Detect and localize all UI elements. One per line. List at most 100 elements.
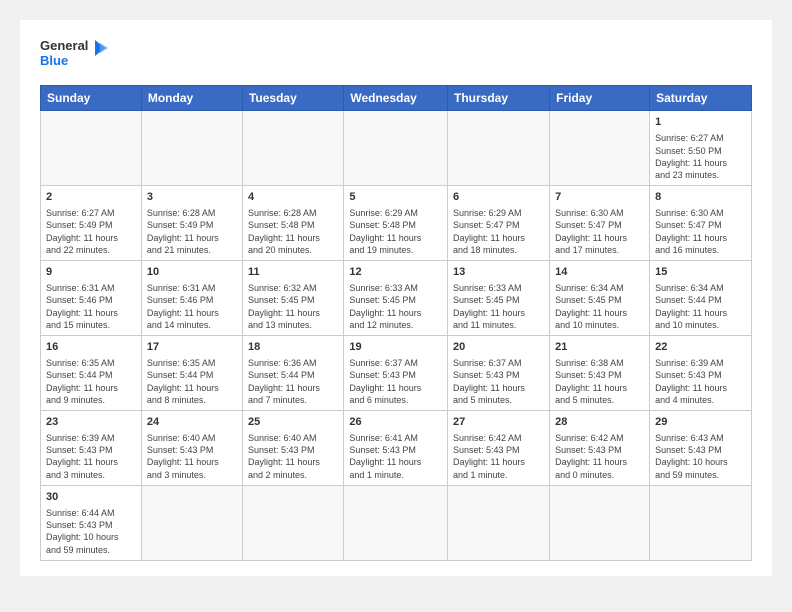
- calendar-header-thursday: Thursday: [448, 86, 550, 111]
- day-info: Sunrise: 6:42 AM Sunset: 5:43 PM Dayligh…: [555, 432, 644, 481]
- calendar-cell: 12 Sunrise: 6:33 AM Sunset: 5:45 PM Dayli…: [344, 260, 448, 335]
- calendar-week-1: 2Sunrise: 6:27 AM Sunset: 5:49 PM Daylig…: [41, 185, 752, 260]
- day-number: 19: [349, 340, 442, 355]
- day-number: 12: [349, 265, 442, 280]
- calendar-header-sunday: Sunday: [41, 86, 142, 111]
- calendar-cell: 4 Sunrise: 6:28 AM Sunset: 5:48 PM Daylig…: [242, 185, 343, 260]
- page: General Blue SundayMondayTuesdayWednesda…: [20, 20, 772, 576]
- day-info: Sunrise: 6:29 AM Sunset: 5:48 PM Dayligh…: [349, 207, 442, 256]
- day-number: 3: [147, 190, 237, 205]
- calendar-cell: 25Sunrise: 6:40 AM Sunset: 5:43 PM Dayli…: [242, 410, 343, 485]
- day-info: Sunrise: 6:35 AM Sunset: 5:44 PM Dayligh…: [46, 357, 136, 406]
- calendar-cell: 17 Sunrise: 6:35 AM Sunset: 5:44 PM Dayli…: [141, 335, 242, 410]
- day-number: 15: [655, 265, 746, 280]
- day-number: 23: [46, 415, 136, 430]
- calendar-cell: [550, 111, 650, 186]
- day-number: 7: [555, 190, 644, 205]
- calendar-cell: [242, 485, 343, 560]
- calendar-cell: [344, 485, 448, 560]
- day-info: Sunrise: 6:34 AM Sunset: 5:45 PM Dayligh…: [555, 282, 644, 331]
- day-number: 26: [349, 415, 442, 430]
- day-info: Sunrise: 6:28 AM Sunset: 5:48 PM Dayligh…: [248, 207, 338, 256]
- day-number: 17: [147, 340, 237, 355]
- day-info: Sunrise: 6:32 AM Sunset: 5:45 PM Dayligh…: [248, 282, 338, 331]
- calendar-cell: [448, 485, 550, 560]
- day-info: Sunrise: 6:39 AM Sunset: 5:43 PM Dayligh…: [655, 357, 746, 406]
- day-number: 27: [453, 415, 544, 430]
- calendar-cell: 13Sunrise: 6:33 AM Sunset: 5:45 PM Dayli…: [448, 260, 550, 335]
- day-number: 14: [555, 265, 644, 280]
- calendar-cell: 6 Sunrise: 6:29 AM Sunset: 5:47 PM Daylig…: [448, 185, 550, 260]
- day-info: Sunrise: 6:34 AM Sunset: 5:44 PM Dayligh…: [655, 282, 746, 331]
- day-number: 29: [655, 415, 746, 430]
- header: General Blue: [40, 35, 752, 75]
- calendar-week-2: 9Sunrise: 6:31 AM Sunset: 5:46 PM Daylig…: [41, 260, 752, 335]
- day-number: 22: [655, 340, 746, 355]
- day-info: Sunrise: 6:27 AM Sunset: 5:50 PM Dayligh…: [655, 132, 746, 181]
- day-info: Sunrise: 6:31 AM Sunset: 5:46 PM Dayligh…: [46, 282, 136, 331]
- calendar-cell: 11 Sunrise: 6:32 AM Sunset: 5:45 PM Dayli…: [242, 260, 343, 335]
- calendar-cell: 28 Sunrise: 6:42 AM Sunset: 5:43 PM Dayli…: [550, 410, 650, 485]
- day-info: Sunrise: 6:31 AM Sunset: 5:46 PM Dayligh…: [147, 282, 237, 331]
- calendar-cell: [344, 111, 448, 186]
- calendar-week-5: 30Sunrise: 6:44 AM Sunset: 5:43 PM Dayli…: [41, 485, 752, 560]
- calendar-cell: 27Sunrise: 6:42 AM Sunset: 5:43 PM Dayli…: [448, 410, 550, 485]
- calendar-week-0: 1 Sunrise: 6:27 AM Sunset: 5:50 PM Daylig…: [41, 111, 752, 186]
- day-info: Sunrise: 6:37 AM Sunset: 5:43 PM Dayligh…: [349, 357, 442, 406]
- calendar-cell: 3 Sunrise: 6:28 AM Sunset: 5:49 PM Daylig…: [141, 185, 242, 260]
- calendar-cell: 10 Sunrise: 6:31 AM Sunset: 5:46 PM Dayli…: [141, 260, 242, 335]
- calendar-cell: 14 Sunrise: 6:34 AM Sunset: 5:45 PM Dayli…: [550, 260, 650, 335]
- calendar-header-saturday: Saturday: [650, 86, 752, 111]
- day-number: 11: [248, 265, 338, 280]
- calendar-header-tuesday: Tuesday: [242, 86, 343, 111]
- calendar-cell: 29 Sunrise: 6:43 AM Sunset: 5:43 PM Dayli…: [650, 410, 752, 485]
- day-number: 8: [655, 190, 746, 205]
- calendar-table: SundayMondayTuesdayWednesdayThursdayFrid…: [40, 85, 752, 561]
- day-info: Sunrise: 6:40 AM Sunset: 5:43 PM Dayligh…: [248, 432, 338, 481]
- calendar-cell: [41, 111, 142, 186]
- day-number: 24: [147, 415, 237, 430]
- day-number: 10: [147, 265, 237, 280]
- day-number: 13: [453, 265, 544, 280]
- logo: General Blue: [40, 35, 110, 75]
- day-info: Sunrise: 6:28 AM Sunset: 5:49 PM Dayligh…: [147, 207, 237, 256]
- generalblue-logo-icon: General Blue: [40, 35, 110, 75]
- day-info: Sunrise: 6:29 AM Sunset: 5:47 PM Dayligh…: [453, 207, 544, 256]
- day-info: Sunrise: 6:41 AM Sunset: 5:43 PM Dayligh…: [349, 432, 442, 481]
- day-number: 20: [453, 340, 544, 355]
- calendar-cell: 2Sunrise: 6:27 AM Sunset: 5:49 PM Daylig…: [41, 185, 142, 260]
- calendar-week-4: 23Sunrise: 6:39 AM Sunset: 5:43 PM Dayli…: [41, 410, 752, 485]
- calendar-cell: [141, 111, 242, 186]
- calendar-cell: 30Sunrise: 6:44 AM Sunset: 5:43 PM Dayli…: [41, 485, 142, 560]
- calendar-cell: 15 Sunrise: 6:34 AM Sunset: 5:44 PM Dayli…: [650, 260, 752, 335]
- calendar-cell: 21Sunrise: 6:38 AM Sunset: 5:43 PM Dayli…: [550, 335, 650, 410]
- calendar-cell: 9Sunrise: 6:31 AM Sunset: 5:46 PM Daylig…: [41, 260, 142, 335]
- calendar-cell: 7 Sunrise: 6:30 AM Sunset: 5:47 PM Daylig…: [550, 185, 650, 260]
- day-info: Sunrise: 6:27 AM Sunset: 5:49 PM Dayligh…: [46, 207, 136, 256]
- day-number: 1: [655, 115, 746, 130]
- calendar-header-wednesday: Wednesday: [344, 86, 448, 111]
- day-info: Sunrise: 6:40 AM Sunset: 5:43 PM Dayligh…: [147, 432, 237, 481]
- day-info: Sunrise: 6:30 AM Sunset: 5:47 PM Dayligh…: [555, 207, 644, 256]
- calendar-cell: 23Sunrise: 6:39 AM Sunset: 5:43 PM Dayli…: [41, 410, 142, 485]
- calendar-header-friday: Friday: [550, 86, 650, 111]
- day-number: 18: [248, 340, 338, 355]
- calendar-cell: 16Sunrise: 6:35 AM Sunset: 5:44 PM Dayli…: [41, 335, 142, 410]
- calendar-cell: [448, 111, 550, 186]
- day-number: 4: [248, 190, 338, 205]
- day-info: Sunrise: 6:35 AM Sunset: 5:44 PM Dayligh…: [147, 357, 237, 406]
- day-number: 28: [555, 415, 644, 430]
- calendar-cell: 20Sunrise: 6:37 AM Sunset: 5:43 PM Dayli…: [448, 335, 550, 410]
- day-info: Sunrise: 6:36 AM Sunset: 5:44 PM Dayligh…: [248, 357, 338, 406]
- calendar-cell: [650, 485, 752, 560]
- calendar-cell: [550, 485, 650, 560]
- calendar-cell: 5Sunrise: 6:29 AM Sunset: 5:48 PM Daylig…: [344, 185, 448, 260]
- day-number: 6: [453, 190, 544, 205]
- day-info: Sunrise: 6:33 AM Sunset: 5:45 PM Dayligh…: [349, 282, 442, 331]
- day-info: Sunrise: 6:43 AM Sunset: 5:43 PM Dayligh…: [655, 432, 746, 481]
- calendar-cell: [242, 111, 343, 186]
- calendar-cell: 8Sunrise: 6:30 AM Sunset: 5:47 PM Daylig…: [650, 185, 752, 260]
- svg-text:General: General: [40, 38, 88, 53]
- day-number: 21: [555, 340, 644, 355]
- calendar-header-monday: Monday: [141, 86, 242, 111]
